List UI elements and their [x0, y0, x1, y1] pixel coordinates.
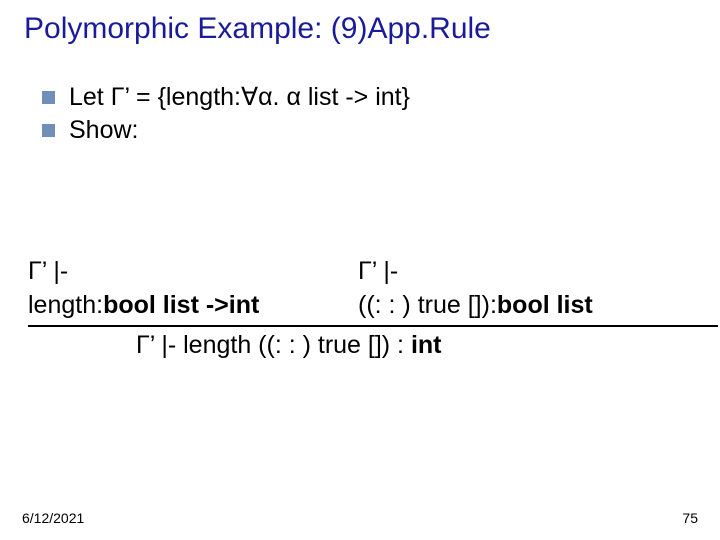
- premise-right-prefix: ((: : ) true []):: [358, 291, 497, 319]
- slide: Polymorphic Example: (9)App.Rule Let Γ’ …: [0, 0, 720, 540]
- conclusion-prefix: Γ’ |- length ((: : ) true []) :: [136, 331, 404, 359]
- slide-footer: 6/12/2021 75: [22, 510, 698, 526]
- conclusion-type: int: [404, 331, 442, 359]
- premise-row: Γ’ |- length:bool list ->int Γ’ |- ((: :…: [28, 255, 692, 323]
- bullet-text: Show:: [69, 116, 138, 145]
- slide-title: Polymorphic Example: (9)App.Rule: [24, 12, 700, 46]
- premise-right-type: bool list: [497, 291, 593, 319]
- square-bullet-icon: [42, 91, 55, 104]
- premise-right-line1: Γ’ |-: [358, 255, 692, 289]
- premise-left: Γ’ |- length:bool list ->int: [28, 255, 358, 323]
- bullet-text: Let Γ’ = {length:∀α. α list -> int}: [69, 82, 410, 112]
- premise-left-line2: length:bool list ->int: [28, 289, 358, 323]
- list-item: Show:: [42, 116, 700, 145]
- footer-date: 6/12/2021: [22, 510, 84, 526]
- list-item: Let Γ’ = {length:∀α. α list -> int}: [42, 82, 700, 112]
- square-bullet-icon: [42, 124, 55, 137]
- premise-left-line1: Γ’ |-: [28, 255, 358, 289]
- bullet-list: Let Γ’ = {length:∀α. α list -> int} Show…: [42, 82, 700, 145]
- inference-rule-line: [28, 325, 718, 327]
- premise-right-line2: ((: : ) true []):bool list: [358, 289, 692, 323]
- derivation-block: Γ’ |- length:bool list ->int Γ’ |- ((: :…: [28, 255, 692, 362]
- premise-left-prefix: length:: [28, 291, 103, 319]
- premise-left-type: bool list ->int: [103, 291, 259, 319]
- footer-page-number: 75: [682, 510, 698, 526]
- conclusion: Γ’ |- length ((: : ) true []) : int: [136, 329, 692, 363]
- premise-right: Γ’ |- ((: : ) true []):bool list: [358, 255, 692, 323]
